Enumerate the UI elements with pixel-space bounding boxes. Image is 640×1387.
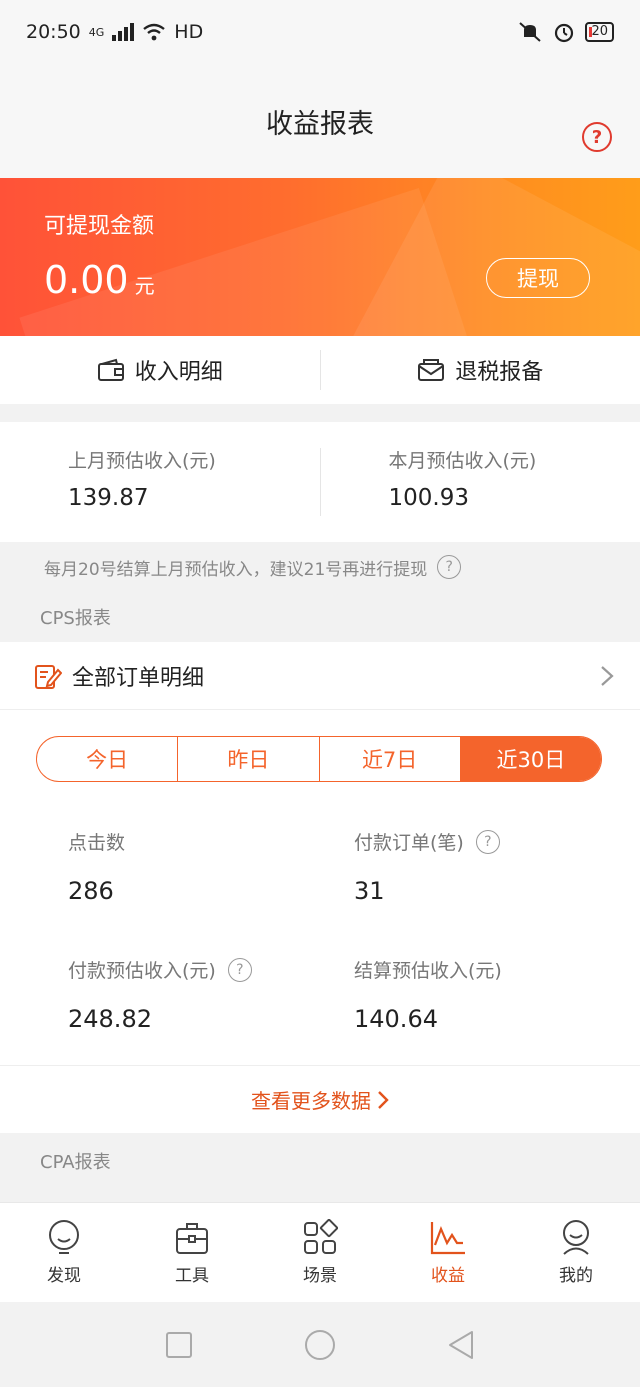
help-icon[interactable]: ? [582, 122, 612, 152]
tab-me[interactable]: 我的 [512, 1203, 640, 1302]
chevron-right-icon [601, 665, 614, 686]
stat-clicks: 点击数 286 [68, 828, 125, 905]
view-more-button[interactable]: 查看更多数据 [0, 1065, 640, 1133]
stat-value: 31 [354, 877, 385, 905]
income-detail-label: 收入明细 [134, 360, 223, 385]
status-time: 20:50 [26, 21, 81, 43]
notice-text: 每月20号结算上月预估收入，建议21号再进行提现 [44, 559, 428, 580]
tax-report-label: 退税报备 [455, 360, 544, 385]
period-today[interactable]: 今日 [37, 737, 179, 781]
tab-label: 我的 [559, 1266, 593, 1286]
battery-icon: 20 [585, 22, 614, 42]
stat-paid-orders: 付款订单(笔)? 31 [354, 828, 500, 905]
back-icon[interactable] [446, 1329, 476, 1361]
stat-value: 140.64 [354, 1005, 438, 1033]
chart-icon [430, 1222, 465, 1255]
mail-icon [418, 359, 445, 381]
this-month-estimate: 本月预估收入(元) 100.93 [321, 422, 640, 542]
withdraw-button[interactable]: 提现 [486, 258, 590, 298]
stat-label-text: 点击数 [68, 832, 126, 854]
signal-icon [112, 23, 135, 41]
status-right: 20 [517, 21, 614, 43]
stat-label: 付款预估收入(元)? [68, 956, 252, 983]
tab-tools[interactable]: 工具 [128, 1203, 256, 1302]
grid-icon [304, 1219, 338, 1254]
mute-vibrate-icon [519, 22, 542, 42]
stat-label-text: 付款订单(笔) [354, 832, 464, 854]
all-orders-row[interactable]: 全部订单明细 [0, 642, 640, 710]
status-bar: 20:50 4G HD 20 [0, 0, 640, 64]
cps-stats-card: 今日 昨日 近7日 近30日 点击数 286 付款订单(笔)? 31 付款预估收… [0, 710, 640, 1065]
tab-label: 工具 [175, 1266, 209, 1286]
stat-label-text: 结算预估收入(元) [354, 960, 502, 982]
hd-label: HD [174, 21, 204, 43]
estimate-label: 本月预估收入(元) [388, 450, 537, 472]
balance-banner: 可提现金额 0.00 元 提现 [0, 178, 640, 336]
all-orders-label: 全部订单明细 [72, 665, 205, 691]
chevron-right-icon [378, 1090, 389, 1109]
period-30days[interactable]: 近30日 [460, 737, 601, 781]
quick-links: 收入明细 退税报备 [0, 336, 640, 404]
stat-settled-estimate: 结算预估收入(元) 140.64 [354, 956, 502, 1033]
status-left: 20:50 4G HD [26, 21, 203, 43]
wifi-icon [143, 23, 166, 41]
home-icon[interactable] [303, 1328, 337, 1362]
help-icon[interactable]: ? [437, 555, 462, 579]
period-7days[interactable]: 近7日 [320, 737, 461, 781]
user-icon [563, 1220, 589, 1255]
stat-value: 248.82 [68, 1005, 152, 1033]
balance-label: 可提现金额 [44, 214, 155, 239]
tab-label: 发现 [47, 1266, 81, 1286]
page-title: 收益报表 [266, 108, 374, 140]
tab-label: 收益 [431, 1266, 465, 1286]
stat-value: 286 [68, 877, 114, 905]
cps-section-title: CPS报表 [0, 592, 640, 642]
balance-amount: 0.00 [44, 258, 129, 302]
help-icon[interactable]: ? [475, 829, 500, 854]
bulb-icon [49, 1220, 79, 1254]
last-month-estimate: 上月预估收入(元) 139.87 [0, 422, 320, 542]
tab-scenes[interactable]: 场景 [256, 1203, 384, 1302]
period-selector: 今日 昨日 近7日 近30日 [36, 736, 602, 782]
tax-report-link[interactable]: 退税报备 [321, 336, 640, 404]
balance-amount-wrap: 0.00 元 [44, 258, 155, 302]
tab-discover[interactable]: 发现 [0, 1203, 128, 1302]
cpa-section-title: CPA报表 [0, 1136, 640, 1186]
estimate-card: 上月预估收入(元) 139.87 本月预估收入(元) 100.93 [0, 422, 640, 542]
stat-paid-estimate: 付款预估收入(元)? 248.82 [68, 956, 252, 1033]
system-nav-bar [0, 1302, 640, 1387]
nav-bar: 收益报表 ? [0, 64, 640, 178]
network-label: 4G [88, 25, 105, 39]
settlement-notice: 每月20号结算上月预估收入，建议21号再进行提现 ? [0, 542, 640, 592]
estimate-value: 139.87 [68, 485, 149, 511]
recents-icon[interactable] [164, 1330, 194, 1360]
bottom-tab-bar: 发现 工具 场景 收益 我的 [0, 1202, 640, 1302]
tab-label: 场景 [303, 1266, 337, 1286]
estimate-value: 100.93 [388, 485, 469, 511]
stat-label-text: 付款预估收入(元) [68, 960, 216, 982]
alarm-icon [555, 23, 574, 43]
period-yesterday[interactable]: 昨日 [178, 737, 320, 781]
balance-unit: 元 [134, 274, 155, 298]
stat-label: 付款订单(笔)? [354, 828, 500, 855]
view-more-label: 查看更多数据 [251, 1089, 371, 1113]
stat-label: 点击数 [68, 828, 125, 855]
income-detail-link[interactable]: 收入明细 [0, 336, 320, 404]
wallet-icon [97, 358, 124, 381]
help-icon[interactable]: ? [227, 957, 252, 982]
toolbox-icon [176, 1223, 208, 1254]
stat-label: 结算预估收入(元) [354, 956, 502, 983]
edit-note-icon [35, 664, 62, 689]
tab-earnings[interactable]: 收益 [384, 1203, 512, 1302]
estimate-label: 上月预估收入(元) [68, 450, 216, 472]
